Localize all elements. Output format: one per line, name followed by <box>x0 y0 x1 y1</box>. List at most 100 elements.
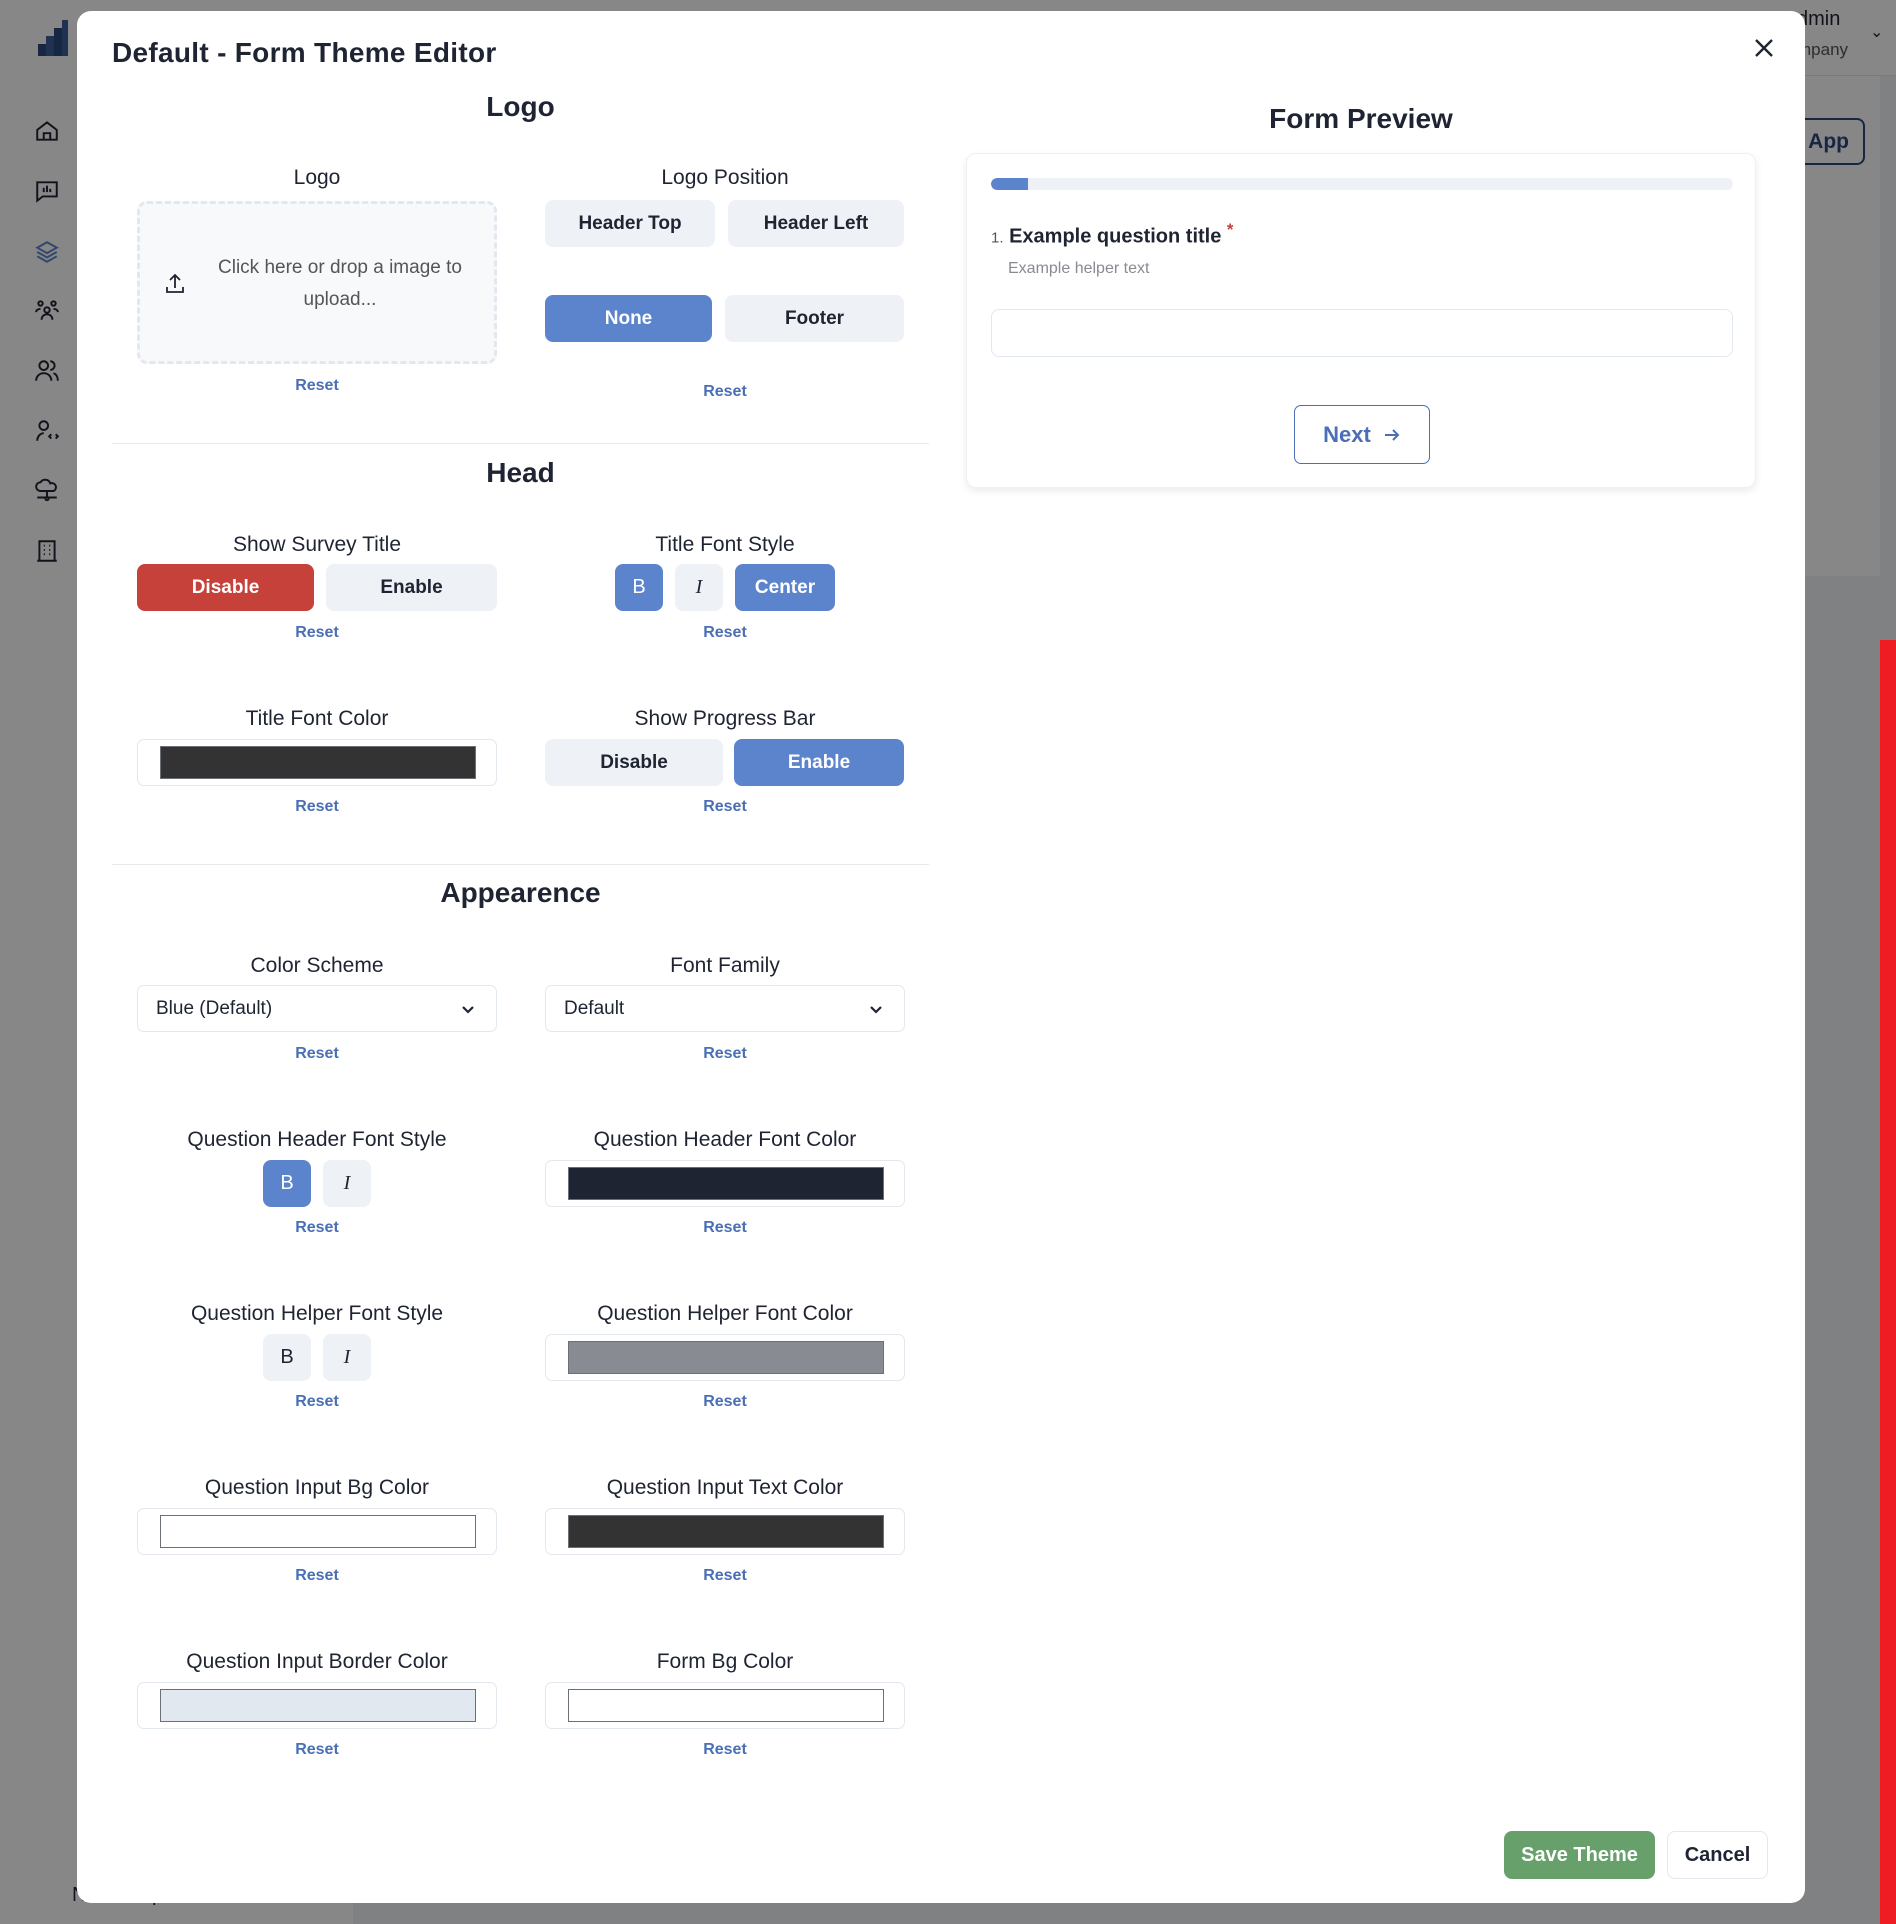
color-swatch[interactable] <box>160 746 476 779</box>
title-center-button[interactable]: Center <box>735 564 835 611</box>
upload-icon <box>166 273 184 293</box>
reset-question-input-border[interactable]: Reset <box>137 1741 497 1759</box>
reset-link[interactable]: Reset <box>295 1393 339 1410</box>
color-swatch[interactable] <box>568 1689 884 1722</box>
question-header-font-color-label: Question Header Font Color <box>593 1128 857 1151</box>
save-theme-button[interactable]: Save Theme <box>1504 1831 1655 1879</box>
reset-link[interactable]: Reset <box>295 1045 339 1062</box>
color-scheme-select[interactable]: Blue (Default) <box>137 985 497 1032</box>
reset-title-font-style[interactable]: Reset <box>545 624 905 642</box>
reset-show-title[interactable]: Reset <box>137 624 497 642</box>
question-helper-italic-button[interactable]: I <box>323 1334 371 1381</box>
theme-editor-modal: Default - Form Theme Editor Logo Logo Cl… <box>77 11 1805 1903</box>
question-helper-font-color-label: Question Helper Font Color <box>597 1302 853 1325</box>
reset-link[interactable]: Reset <box>295 798 339 815</box>
title-italic-button[interactable]: I <box>675 564 723 611</box>
reset-link[interactable]: Reset <box>703 1741 747 1758</box>
question-header-italic-button[interactable]: I <box>323 1160 371 1207</box>
reset-question-helper-color[interactable]: Reset <box>545 1393 905 1411</box>
reset-logo-position[interactable]: Reset <box>545 383 905 401</box>
reset-question-header-font-style[interactable]: Reset <box>137 1219 497 1237</box>
reset-link[interactable]: Reset <box>295 1567 339 1584</box>
color-swatch[interactable] <box>568 1341 884 1374</box>
color-scheme-value: Blue (Default) <box>156 997 273 1019</box>
section-heading-appearance: Appearence <box>440 877 601 908</box>
preview-question: 1. Example question title * <box>991 220 1233 249</box>
preview-progress-bar <box>991 178 1733 190</box>
logo-upload-dropzone[interactable]: Click here or drop a image to upload... <box>137 201 497 364</box>
position-header-top-button[interactable]: Header Top <box>545 200 715 247</box>
progress-enable-button[interactable]: Enable <box>734 739 904 786</box>
color-swatch[interactable] <box>160 1515 476 1548</box>
next-label: Next <box>1323 421 1371 447</box>
cancel-button[interactable]: Cancel <box>1667 1831 1768 1879</box>
modal-title: Default - Form Theme Editor <box>112 37 497 68</box>
reset-link[interactable]: Reset <box>295 1741 339 1758</box>
title-font-color-label: Title Font Color <box>245 707 389 730</box>
question-header-font-style-label: Question Header Font Style <box>187 1128 447 1151</box>
question-header-bold-button[interactable]: B <box>263 1160 311 1207</box>
position-footer-button[interactable]: Footer <box>725 295 904 342</box>
question-number: 1. <box>991 229 1004 247</box>
preview-answer-input[interactable] <box>991 309 1733 357</box>
show-title-disable-button[interactable]: Disable <box>137 564 314 611</box>
color-swatch[interactable] <box>568 1515 884 1548</box>
question-input-border-color-label: Question Input Border Color <box>186 1650 448 1673</box>
title-bold-button[interactable]: B <box>615 564 663 611</box>
question-helper-color-picker[interactable] <box>545 1334 905 1381</box>
reset-question-input-text[interactable]: Reset <box>545 1567 905 1585</box>
color-swatch[interactable] <box>160 1689 476 1722</box>
position-none-button[interactable]: None <box>545 295 712 342</box>
question-title: Example question title <box>1009 225 1222 248</box>
font-family-select[interactable]: Default <box>545 985 905 1032</box>
reset-link[interactable]: Reset <box>295 377 339 394</box>
reset-link[interactable]: Reset <box>703 383 747 400</box>
progress-fill <box>991 178 1029 190</box>
form-bg-color-picker[interactable] <box>545 1682 905 1729</box>
question-input-text-color-label: Question Input Text Color <box>606 1476 844 1499</box>
form-preview-card: 1. Example question title * Example help… <box>966 153 1756 488</box>
reset-progress-bar[interactable]: Reset <box>545 798 905 816</box>
question-helper-bold-button[interactable]: B <box>263 1334 311 1381</box>
reset-logo[interactable]: Reset <box>137 377 497 395</box>
section-heading-logo: Logo <box>486 91 555 122</box>
progress-disable-button[interactable]: Disable <box>545 739 723 786</box>
show-progress-bar-label: Show Progress Bar <box>634 707 816 730</box>
chevron-down-icon <box>870 1006 882 1014</box>
question-header-color-picker[interactable] <box>545 1160 905 1207</box>
reset-title-font-color[interactable]: Reset <box>137 798 497 816</box>
reset-link[interactable]: Reset <box>703 1045 747 1062</box>
logo-label: Logo <box>293 166 341 189</box>
form-preview-heading: Form Preview <box>1269 103 1453 134</box>
reset-link[interactable]: Reset <box>703 624 747 641</box>
color-swatch[interactable] <box>568 1167 884 1200</box>
title-font-color-picker[interactable] <box>137 739 497 786</box>
preview-next-button[interactable]: Next <box>1294 405 1430 464</box>
reset-link[interactable]: Reset <box>703 1393 747 1410</box>
reset-link[interactable]: Reset <box>703 1219 747 1236</box>
section-heading-head: Head <box>486 457 555 488</box>
question-input-border-color-picker[interactable] <box>137 1682 497 1729</box>
reset-question-helper-font-style[interactable]: Reset <box>137 1393 497 1411</box>
question-helper-text: Example helper text <box>1008 260 1150 277</box>
reset-color-scheme[interactable]: Reset <box>137 1045 497 1063</box>
chevron-down-icon <box>462 1006 474 1014</box>
reset-font-family[interactable]: Reset <box>545 1045 905 1063</box>
reset-form-bg[interactable]: Reset <box>545 1741 905 1759</box>
question-input-bg-color-picker[interactable] <box>137 1508 497 1555</box>
reset-question-header-color[interactable]: Reset <box>545 1219 905 1237</box>
position-header-left-button[interactable]: Header Left <box>728 200 904 247</box>
arrow-right-icon <box>1384 428 1400 441</box>
reset-question-input-bg[interactable]: Reset <box>137 1567 497 1585</box>
reset-link[interactable]: Reset <box>295 624 339 641</box>
show-title-enable-button[interactable]: Enable <box>326 564 497 611</box>
question-input-bg-color-label: Question Input Bg Color <box>204 1476 430 1499</box>
close-icon[interactable] <box>1749 33 1779 63</box>
divider <box>112 443 929 444</box>
question-helper-font-style-label: Question Helper Font Style <box>190 1302 444 1325</box>
question-input-text-color-picker[interactable] <box>545 1508 905 1555</box>
reset-link[interactable]: Reset <box>295 1219 339 1236</box>
reset-link[interactable]: Reset <box>703 798 747 815</box>
reset-link[interactable]: Reset <box>703 1567 747 1584</box>
title-font-style-label: Title Font Style <box>655 533 795 556</box>
